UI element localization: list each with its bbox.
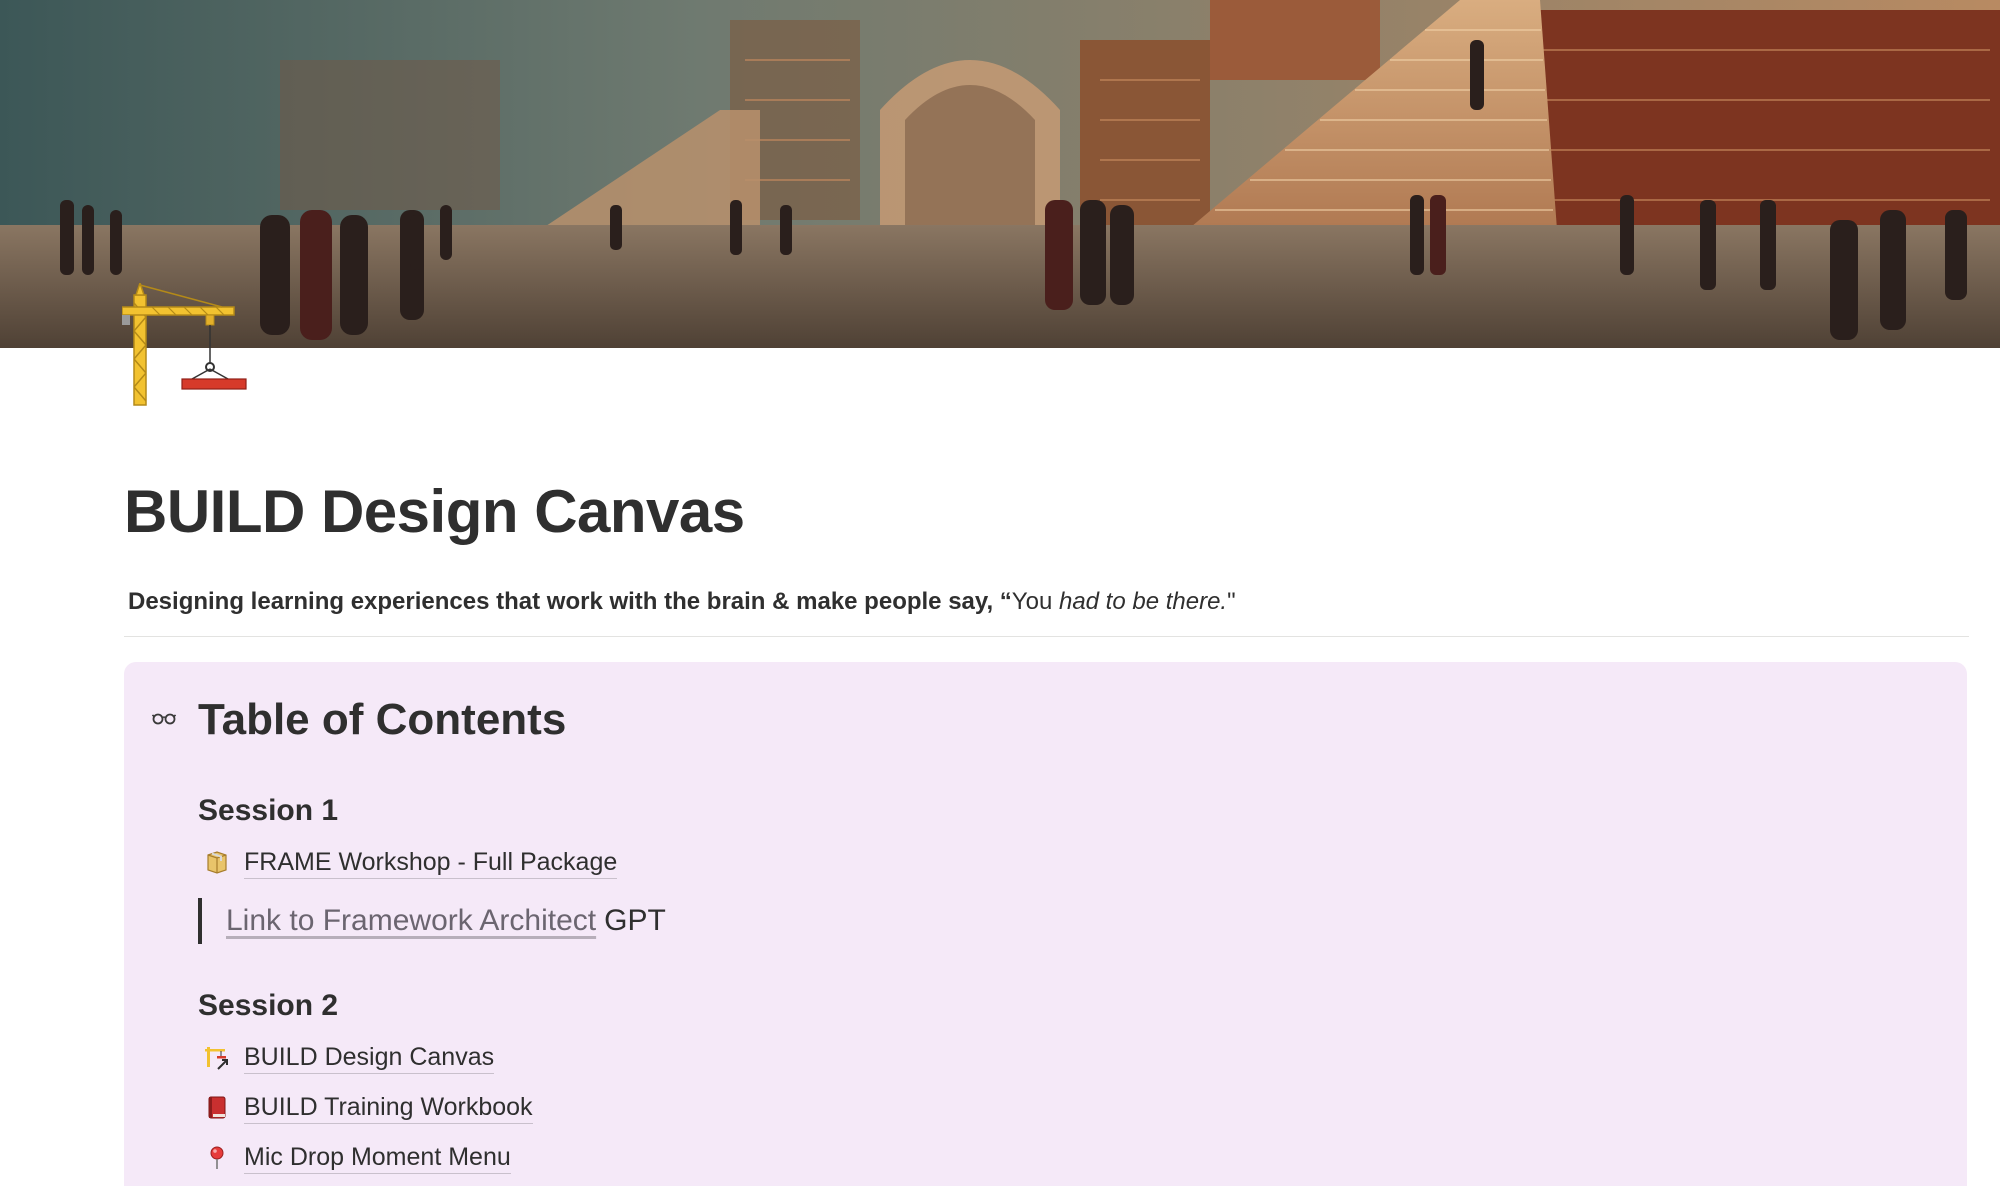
goggles-icon[interactable] xyxy=(151,710,177,726)
page-link-label: BUILD Training Workbook xyxy=(244,1091,533,1124)
round-pushpin-icon xyxy=(204,1144,230,1170)
library-illustration xyxy=(0,0,2000,348)
notion-page: BUILD Design Canvas Designing learning e… xyxy=(0,0,2000,1186)
page-link-mic-drop-moment-menu[interactable]: Mic Drop Moment Menu xyxy=(204,1139,511,1175)
description-end-text: " xyxy=(1227,588,1236,615)
page-description[interactable]: Designing learning experiences that work… xyxy=(128,584,1236,620)
page-link-build-training-workbook[interactable]: BUILD Training Workbook xyxy=(204,1089,533,1125)
session-1-heading[interactable]: Session 1 xyxy=(198,790,338,832)
divider xyxy=(124,636,1969,637)
page-link-frame-workshop[interactable]: FRAME Workshop - Full Package xyxy=(204,844,618,880)
package-icon xyxy=(204,849,230,875)
page-link-label: BUILD Design Canvas xyxy=(244,1041,495,1074)
page-link-build-design-canvas[interactable]: BUILD Design Canvas xyxy=(204,1039,495,1075)
description-italic-text: had to be there. xyxy=(1058,588,1228,615)
description-bold-text: Designing learning experiences that work… xyxy=(128,588,1012,615)
cover-image[interactable] xyxy=(0,0,2000,348)
tower-crane-icon[interactable] xyxy=(121,280,252,408)
framework-architect-link[interactable]: Link to Framework Architect xyxy=(226,904,596,938)
toc-heading[interactable]: Table of Contents xyxy=(198,690,566,750)
quote-text: GPT xyxy=(604,904,666,937)
page-link-label: Mic Drop Moment Menu xyxy=(244,1141,511,1174)
quote-block[interactable]: Link to Framework Architect GPT xyxy=(198,898,666,944)
page-title[interactable]: BUILD Design Canvas xyxy=(124,472,745,552)
tower-crane-link-icon xyxy=(204,1044,230,1070)
description-plain-text: You xyxy=(1011,588,1059,615)
session-2-heading[interactable]: Session 2 xyxy=(198,985,338,1027)
page-link-label: FRAME Workshop - Full Package xyxy=(244,846,618,879)
red-book-icon xyxy=(204,1094,230,1120)
